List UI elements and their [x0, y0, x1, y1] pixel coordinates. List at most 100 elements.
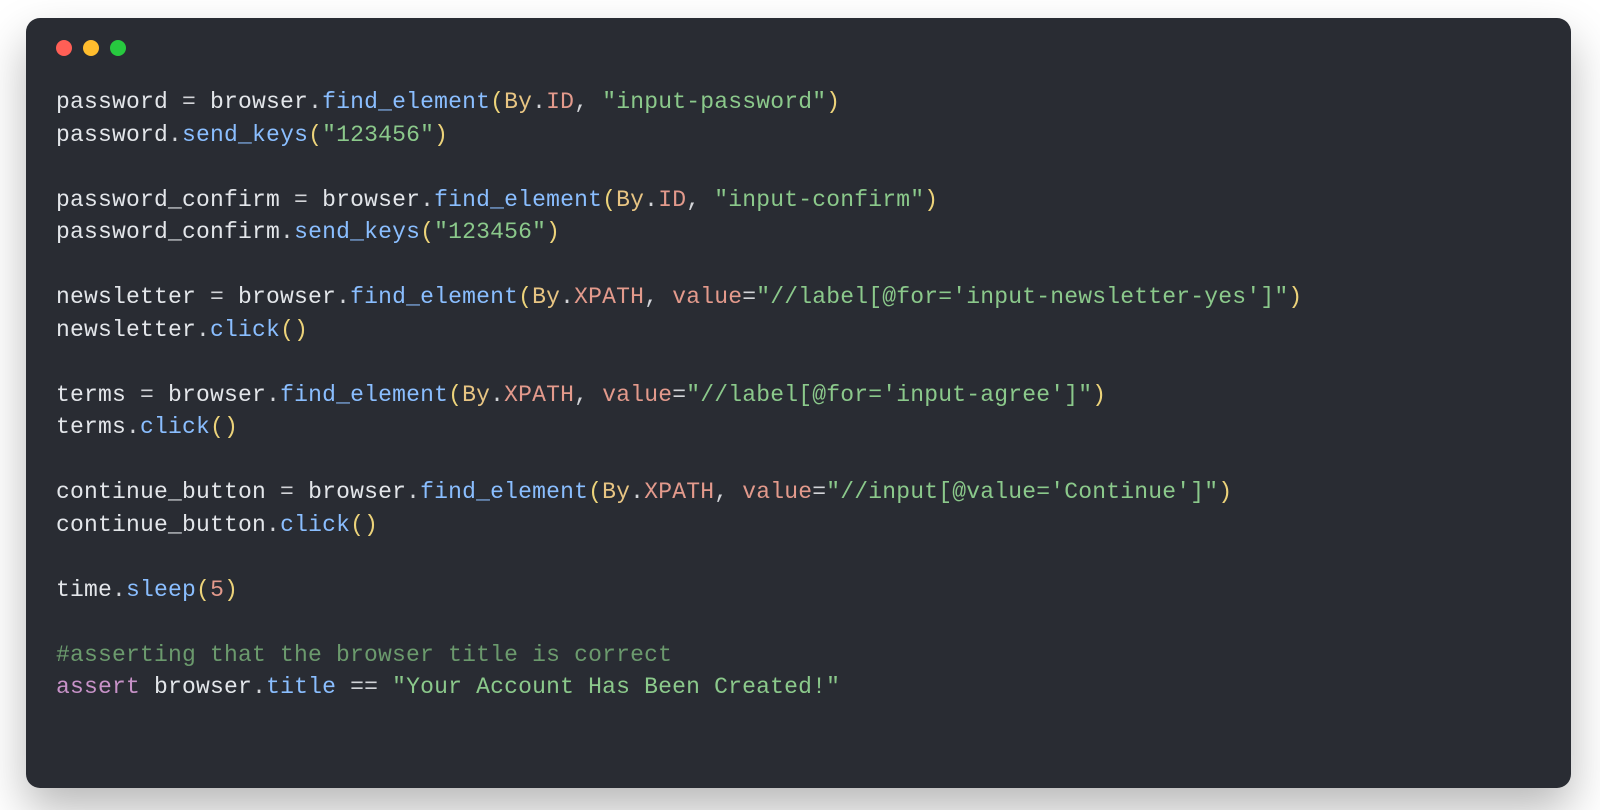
code-token: By — [532, 284, 560, 310]
code-token: ) — [1288, 284, 1302, 310]
code-token: "input-confirm" — [714, 187, 924, 213]
code-token: = — [280, 187, 322, 213]
code-token: ) — [1092, 382, 1106, 408]
maximize-icon[interactable] — [110, 40, 126, 56]
code-token: "123456" — [322, 122, 434, 148]
code-token: ) — [224, 414, 238, 440]
code-token: browser — [238, 284, 336, 310]
code-token: password — [56, 122, 168, 148]
code-line: continue_button = browser. find_element(B… — [56, 479, 1232, 505]
code-token: "//label[@for='input-newsletter-yes']" — [756, 284, 1288, 310]
code-line: assert browser.title == "Your Account Ha… — [56, 674, 840, 700]
code-token: = — [126, 382, 168, 408]
code-token: find_element — [322, 89, 490, 115]
code-token: terms — [56, 414, 126, 440]
code-token: ) — [924, 187, 938, 213]
code-token: value — [672, 284, 742, 310]
code-token: ) — [434, 122, 448, 148]
code-token: "//label[@for='input-agree']" — [686, 382, 1092, 408]
code-token: . — [280, 219, 294, 245]
code-token: , — [574, 89, 602, 115]
code-token: ( — [448, 382, 462, 408]
code-token: browser — [308, 479, 406, 505]
code-token: . — [336, 284, 350, 310]
code-line: terms.click() — [56, 414, 238, 440]
code-token: "//input[@value='Continue']" — [826, 479, 1218, 505]
code-token: . — [630, 479, 644, 505]
code-line: continue_button.click() — [56, 512, 378, 538]
code-token: click — [210, 317, 280, 343]
code-token: browser — [168, 382, 266, 408]
code-token: = — [742, 284, 756, 310]
code-editor-window: password = browser.find_element(By.ID, "… — [26, 18, 1571, 788]
code-token: browser — [322, 187, 420, 213]
code-token: ( — [588, 479, 602, 505]
code-token: . — [168, 122, 182, 148]
code-token: XPATH — [504, 382, 574, 408]
code-token: ) — [364, 512, 378, 538]
code-token: ) — [546, 219, 560, 245]
code-line: password = browser.find_element(By.ID, "… — [56, 89, 840, 115]
code-token: find_element — [420, 479, 588, 505]
code-token: By — [504, 89, 532, 115]
code-token: send_keys — [294, 219, 420, 245]
code-token: = — [196, 284, 238, 310]
minimize-icon[interactable] — [83, 40, 99, 56]
code-line: #asserting that the browser title is cor… — [56, 642, 672, 668]
code-block[interactable]: password = browser.find_element(By.ID, "… — [56, 86, 1541, 704]
code-token: ID — [546, 89, 574, 115]
code-token: . — [644, 187, 658, 213]
code-token: . — [266, 382, 280, 408]
code-token: . — [126, 414, 140, 440]
window-controls — [56, 40, 1541, 56]
code-token: browser — [210, 89, 308, 115]
code-token: ( — [490, 89, 504, 115]
code-token: newsletter — [56, 317, 196, 343]
code-token: ( — [196, 577, 210, 603]
code-token — [140, 674, 154, 700]
code-token: value — [742, 479, 812, 505]
code-token: ( — [350, 512, 364, 538]
code-token: find_element — [350, 284, 518, 310]
code-token: ( — [518, 284, 532, 310]
code-token: ( — [420, 219, 434, 245]
code-token: , — [574, 382, 602, 408]
code-line: newsletter.click() — [56, 317, 308, 343]
code-token: #asserting that the browser title is cor… — [56, 642, 672, 668]
code-token: . — [532, 89, 546, 115]
code-token: find_element — [434, 187, 602, 213]
code-token: ( — [602, 187, 616, 213]
code-token: continue_button — [56, 512, 266, 538]
code-token: "123456" — [434, 219, 546, 245]
code-token: , — [644, 284, 672, 310]
code-token: = — [266, 479, 308, 505]
code-token: sleep — [126, 577, 196, 603]
code-token: = — [168, 89, 210, 115]
code-token: click — [140, 414, 210, 440]
code-token: , — [686, 187, 714, 213]
code-token: , — [714, 479, 742, 505]
code-token: . — [490, 382, 504, 408]
page-wrapper: password = browser.find_element(By.ID, "… — [0, 0, 1600, 810]
code-token: continue_button — [56, 479, 266, 505]
code-token: password — [56, 89, 168, 115]
code-token: By — [602, 479, 630, 505]
code-line: time.sleep(5) — [56, 577, 238, 603]
code-token: password_confirm — [56, 219, 280, 245]
code-token: terms — [56, 382, 126, 408]
code-token: . — [308, 89, 322, 115]
code-line: password_confirm = browser.find_element(… — [56, 187, 938, 213]
code-token: find_element — [280, 382, 448, 408]
code-token: send_keys — [182, 122, 308, 148]
code-token: XPATH — [574, 284, 644, 310]
close-icon[interactable] — [56, 40, 72, 56]
code-token: . — [420, 187, 434, 213]
code-token: value — [602, 382, 672, 408]
code-token: 5 — [210, 577, 224, 603]
code-token: XPATH — [644, 479, 714, 505]
code-token: title — [266, 674, 336, 700]
code-token: assert — [56, 674, 140, 700]
code-token: ( — [308, 122, 322, 148]
code-line: terms = browser.find_element(By.XPATH, v… — [56, 382, 1106, 408]
code-line: password_confirm.send_keys("123456") — [56, 219, 560, 245]
